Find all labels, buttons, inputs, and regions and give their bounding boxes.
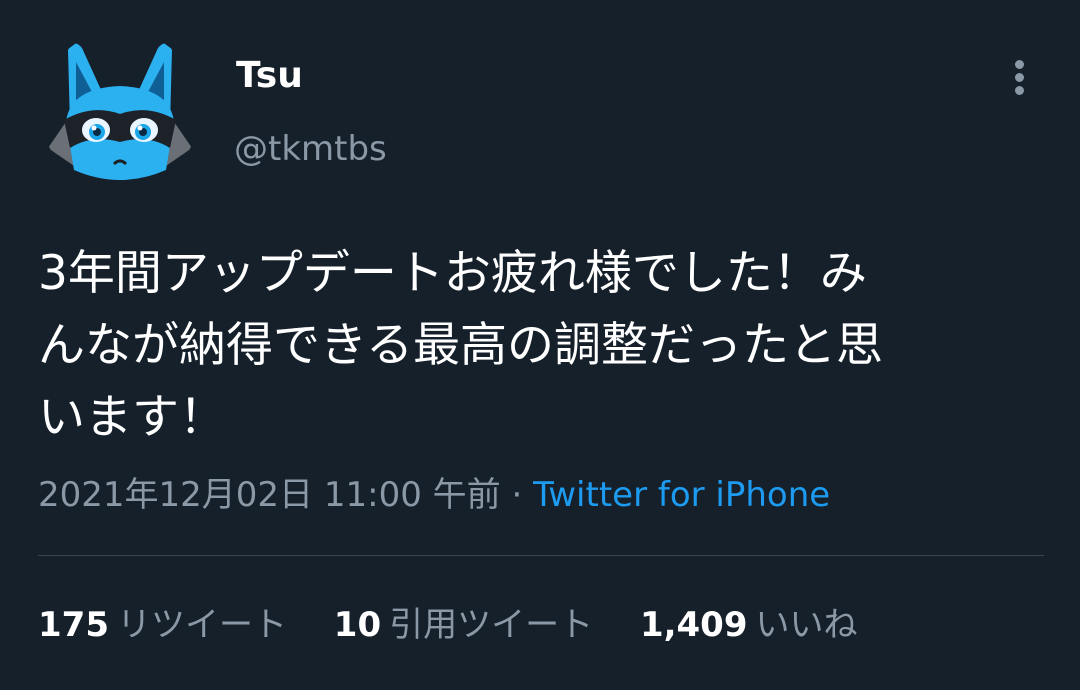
meta-separator: · — [500, 475, 534, 515]
tweet-stats: 175 リツイート 10 引用ツイート 1,409 いいね — [38, 604, 893, 646]
more-vertical-icon — [1015, 60, 1024, 69]
tweet-source-link[interactable]: Twitter for iPhone — [533, 475, 830, 515]
quote-tweets-stat[interactable]: 10 引用ツイート — [334, 604, 593, 646]
divider — [38, 555, 1044, 556]
lucario-face-icon — [40, 30, 200, 190]
more-vertical-icon-dot-3 — [1015, 86, 1024, 95]
avatar[interactable] — [40, 30, 200, 190]
tweet-text-line: んなが納得できる最高の調整だったと思 — [38, 318, 884, 373]
more-vertical-icon-dot-2 — [1015, 73, 1024, 82]
quote-tweets-count: 10 — [333, 605, 382, 645]
tweet-text-line: います！ — [38, 390, 226, 445]
likes-stat[interactable]: 1,409 いいね — [640, 604, 858, 646]
quote-tweets-label: 引用ツイート — [389, 605, 594, 645]
likes-label: いいね — [755, 605, 858, 645]
tweet-text-line: 3年間アップデートお疲れ様でした！み — [38, 246, 867, 301]
retweets-stat[interactable]: 175 リツイート — [38, 604, 287, 646]
tweet-meta: 2021年12月02日 11:00 午前 · Twitter for iPhon… — [38, 474, 830, 516]
likes-count: 1,409 — [639, 605, 748, 645]
more-options-button[interactable] — [1006, 56, 1034, 98]
retweets-count: 175 — [38, 605, 109, 645]
tweet-timestamp[interactable]: 2021年12月02日 11:00 午前 — [38, 475, 501, 515]
retweets-label: リツイート — [116, 605, 287, 645]
display-name[interactable]: Tsu — [236, 54, 303, 98]
tweet-text: 3年間アップデートお疲れ様でした！み んなが納得できる最高の調整だったと思 いま… — [38, 238, 1050, 454]
user-handle[interactable]: @tkmtbs — [234, 128, 387, 170]
